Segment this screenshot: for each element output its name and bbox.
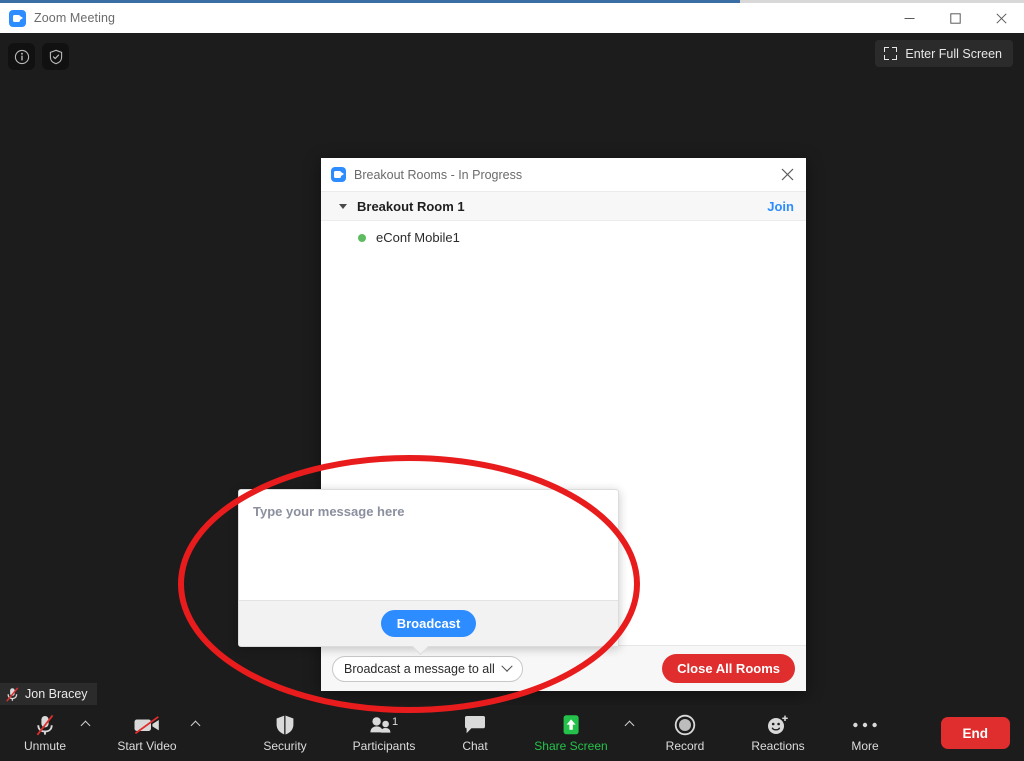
microphone-muted-icon bbox=[35, 714, 55, 736]
caret-down-icon[interactable] bbox=[339, 203, 347, 209]
toolbar-item-chat[interactable]: Chat bbox=[444, 705, 506, 761]
window-title-bar: Zoom Meeting bbox=[0, 3, 1024, 33]
toolbar-item-security[interactable]: Security bbox=[248, 705, 322, 761]
video-off-icon bbox=[133, 714, 161, 736]
dialog-close-button[interactable] bbox=[772, 160, 802, 190]
self-name-label: Jon Bracey bbox=[25, 687, 88, 701]
window-accent-strip bbox=[0, 0, 740, 3]
window-accent-strip-remainder bbox=[740, 0, 1024, 3]
chat-bubble-icon bbox=[463, 714, 487, 736]
broadcast-message-popup: Broadcast bbox=[238, 489, 619, 647]
meeting-video-canvas: Enter Full Screen Breakout Rooms - In Pr… bbox=[0, 33, 1024, 761]
toolbar-item-participants[interactable]: 1 Participants bbox=[340, 705, 428, 761]
status-dot-online-icon bbox=[358, 233, 366, 242]
meeting-status-chips bbox=[8, 43, 69, 70]
broadcast-button[interactable]: Broadcast bbox=[380, 610, 477, 637]
window-controls bbox=[886, 3, 1024, 33]
close-all-rooms-button[interactable]: Close All Rooms bbox=[662, 654, 795, 683]
toolbar-label-share-screen: Share Screen bbox=[534, 738, 608, 753]
enter-full-screen-label: Enter Full Screen bbox=[905, 46, 1002, 61]
more-dots-icon bbox=[852, 714, 878, 736]
participant-name: eConf Mobile1 bbox=[376, 230, 460, 245]
meeting-info-button[interactable] bbox=[8, 43, 35, 70]
dialog-footer: Broadcast a message to all Close All Roo… bbox=[321, 645, 806, 691]
toolbar-item-unmute[interactable]: Unmute bbox=[14, 705, 76, 761]
dialog-header: Breakout Rooms - In Progress bbox=[321, 158, 806, 192]
reactions-smiley-plus-icon bbox=[766, 714, 790, 736]
join-room-link[interactable]: Join bbox=[767, 199, 794, 214]
microphone-muted-icon bbox=[6, 686, 19, 702]
title-bar-left: Zoom Meeting bbox=[0, 9, 116, 27]
toolbar-item-share-screen[interactable]: Share Screen bbox=[522, 705, 620, 761]
zoom-meeting-window: Zoom Meeting Enter Full Screen Breakout … bbox=[0, 0, 1024, 761]
broadcast-message-dropdown[interactable]: Broadcast a message to all bbox=[332, 655, 523, 682]
video-options-arrow[interactable] bbox=[186, 705, 204, 761]
toolbar-label-chat: Chat bbox=[462, 738, 488, 753]
caret-up-icon bbox=[190, 720, 200, 730]
popup-pointer-arrow bbox=[411, 646, 429, 655]
maximize-button[interactable] bbox=[932, 3, 978, 33]
record-circle-icon bbox=[674, 714, 696, 736]
meeting-toolbar: Unmute Start Video Security 1 Participan… bbox=[0, 705, 1024, 761]
breakout-room-name: Breakout Room 1 bbox=[357, 198, 465, 214]
shield-check-icon bbox=[49, 49, 62, 64]
broadcast-message-input[interactable] bbox=[239, 490, 618, 600]
zoom-camera-icon bbox=[9, 9, 26, 27]
broadcast-popup-footer: Broadcast bbox=[239, 600, 618, 646]
toolbar-label-more: More bbox=[851, 738, 879, 753]
meeting-encryption-button[interactable] bbox=[42, 43, 69, 70]
audio-options-arrow[interactable] bbox=[76, 705, 94, 761]
self-name-tag: Jon Bracey bbox=[0, 683, 97, 705]
toolbar-label-security: Security bbox=[263, 738, 307, 753]
close-button[interactable] bbox=[978, 3, 1024, 33]
zoom-camera-icon bbox=[331, 167, 346, 182]
share-options-arrow[interactable] bbox=[620, 705, 638, 761]
window-title: Zoom Meeting bbox=[34, 11, 116, 25]
expand-corners-icon bbox=[884, 47, 898, 60]
toolbar-item-reactions[interactable]: Reactions bbox=[738, 705, 818, 761]
toolbar-item-record[interactable]: Record bbox=[654, 705, 716, 761]
toolbar-label-record: Record bbox=[665, 738, 705, 753]
participants-icon: 1 bbox=[369, 714, 399, 736]
toolbar-label-participants: Participants bbox=[352, 738, 416, 753]
list-item[interactable]: eConf Mobile1 bbox=[321, 225, 806, 250]
toolbar-label-start-video: Start Video bbox=[117, 738, 177, 753]
shield-icon bbox=[275, 714, 295, 736]
toolbar-label-unmute: Unmute bbox=[23, 738, 67, 753]
minimize-button[interactable] bbox=[886, 3, 932, 33]
toolbar-item-start-video[interactable]: Start Video bbox=[108, 705, 186, 761]
close-icon bbox=[781, 168, 793, 181]
end-meeting-button[interactable]: End bbox=[940, 717, 1010, 749]
info-icon bbox=[14, 49, 29, 64]
enter-full-screen-button[interactable]: Enter Full Screen bbox=[875, 40, 1013, 67]
toolbar-item-more[interactable]: More bbox=[834, 705, 896, 761]
dialog-title: Breakout Rooms - In Progress bbox=[354, 167, 523, 182]
breakout-room-row[interactable]: Breakout Room 1 Join bbox=[321, 192, 806, 221]
toolbar-label-reactions: Reactions bbox=[751, 738, 805, 753]
broadcast-dropdown-label: Broadcast a message to all bbox=[344, 661, 495, 676]
caret-up-icon bbox=[80, 720, 90, 730]
caret-up-icon bbox=[624, 720, 634, 730]
svg-text:1: 1 bbox=[392, 716, 398, 728]
chevron-down-icon bbox=[501, 660, 513, 672]
share-screen-icon bbox=[557, 714, 585, 736]
